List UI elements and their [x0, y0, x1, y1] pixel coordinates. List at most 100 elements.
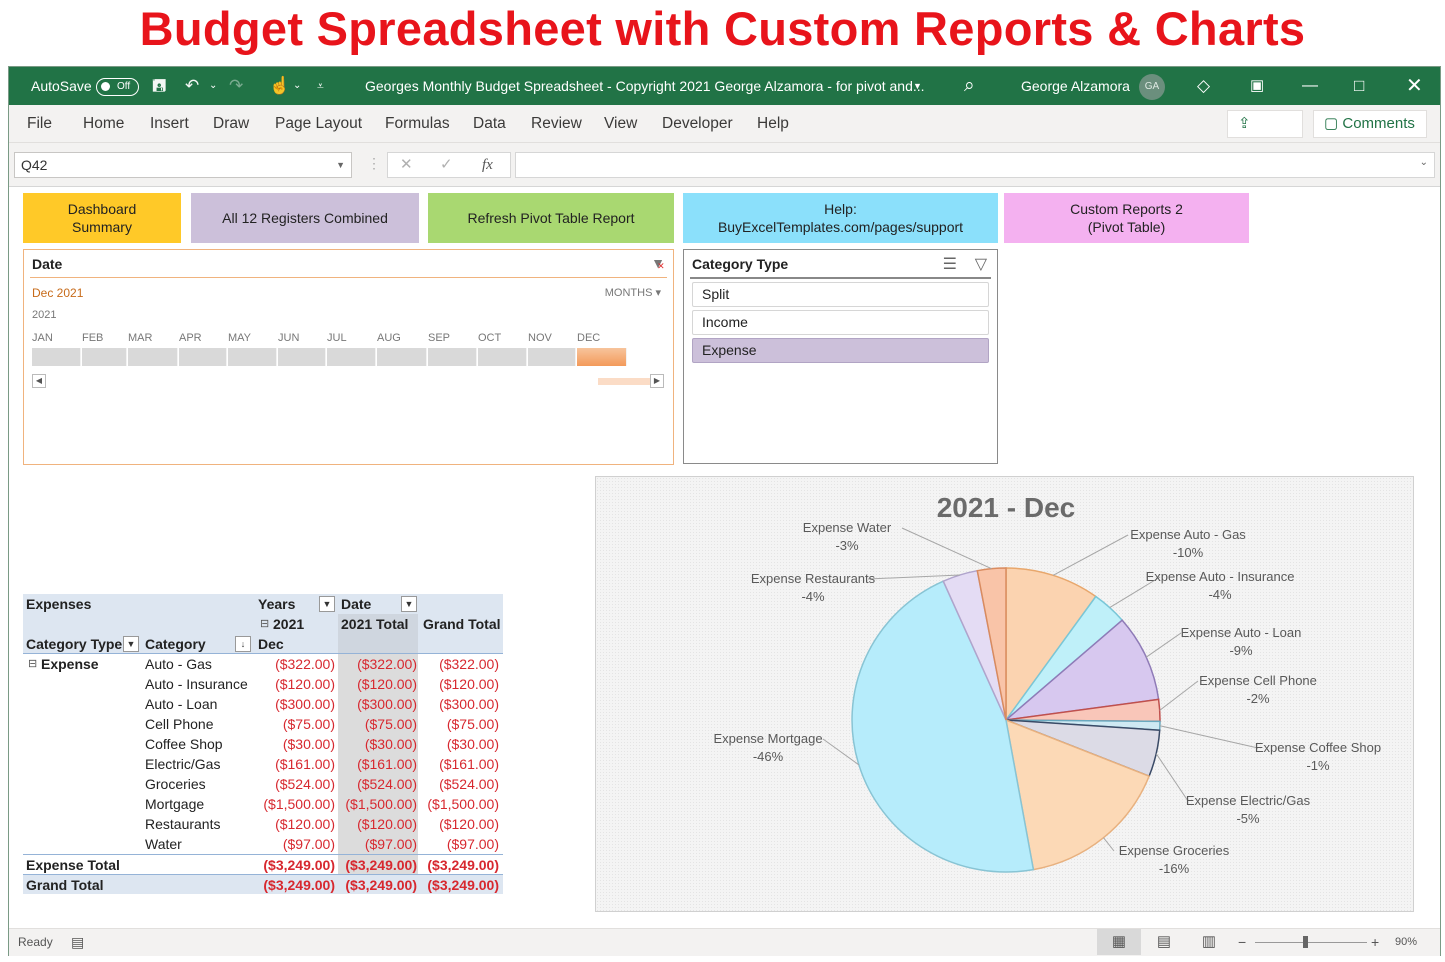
name-box[interactable]: Q42 ▼ [14, 152, 352, 178]
grand-total-cell[interactable]: ($97.00) [419, 834, 499, 854]
tab-draw[interactable]: Draw [213, 105, 249, 143]
dec-value-cell[interactable]: ($30.00) [255, 734, 335, 754]
collapse-group-icon[interactable]: ⊟ [28, 654, 37, 674]
year-total-cell[interactable]: ($120.00) [337, 814, 417, 834]
avatar[interactable]: GA [1139, 67, 1165, 105]
maximize-icon[interactable]: □ [1354, 67, 1364, 105]
zoom-slider-thumb[interactable] [1302, 936, 1308, 948]
user-name[interactable]: George Alzamora [1021, 67, 1130, 105]
refresh-pivot-button[interactable]: Refresh Pivot Table Report [428, 193, 674, 243]
category-cell[interactable]: Restaurants [145, 814, 220, 834]
enter-icon[interactable]: ✓ [440, 153, 453, 177]
grand-total-cell[interactable]: ($300.00) [419, 694, 499, 714]
dec-value-cell[interactable]: ($120.00) [255, 674, 335, 694]
slicer-item-split[interactable]: Split [692, 282, 989, 307]
tab-view[interactable]: View [604, 105, 637, 143]
search-icon[interactable]: ⌕ [964, 67, 975, 105]
year-total-cell[interactable]: ($120.00) [337, 674, 417, 694]
title-dropdown-icon[interactable]: ▼ [913, 67, 922, 105]
tab-help[interactable]: Help [757, 105, 789, 143]
scroll-right-button[interactable]: ▶ [650, 374, 664, 388]
category-cell[interactable]: Mortgage [145, 794, 204, 814]
premium-diamond-icon[interactable]: ◇ [1197, 67, 1210, 105]
timeline-month-jun[interactable] [278, 348, 326, 366]
years-filter-button[interactable]: ▼ [319, 596, 335, 612]
worksheet[interactable]: Dashboard Summary All 12 Registers Combin… [9, 187, 1440, 928]
clear-filter-icon[interactable]: ▼ ✕ [651, 255, 665, 271]
timeline-month-oct[interactable] [478, 348, 527, 366]
category-cell[interactable]: Auto - Insurance [145, 674, 248, 694]
dec-value-cell[interactable]: ($3,249.00) [255, 875, 335, 895]
year-total-cell[interactable]: ($75.00) [337, 714, 417, 734]
accessibility-icon[interactable]: ▤ [71, 929, 84, 955]
dec-value-cell[interactable]: ($75.00) [255, 714, 335, 734]
document-title[interactable]: Georges Monthly Budget Spreadsheet - Cop… [365, 67, 925, 105]
timeline-month-may[interactable] [228, 348, 277, 366]
category-cell[interactable]: Cell Phone [145, 714, 214, 734]
tab-developer[interactable]: Developer [662, 105, 733, 143]
dec-value-cell[interactable]: ($300.00) [255, 694, 335, 714]
tab-page-layout[interactable]: Page Layout [275, 105, 362, 143]
comments-button[interactable]: ▢ Comments [1313, 110, 1427, 138]
zoom-out-button[interactable]: − [1238, 929, 1246, 955]
save-icon[interactable]: 🖪 [152, 67, 166, 105]
year-total-cell[interactable]: ($3,249.00) [337, 855, 417, 875]
grand-total-cell[interactable]: ($161.00) [419, 754, 499, 774]
help-link-button[interactable]: Help: BuyExcelTemplates.com/pages/support [683, 193, 998, 243]
grand-total-cell[interactable]: ($3,249.00) [419, 855, 499, 875]
tab-data[interactable]: Data [473, 105, 506, 143]
name-box-dropdown-icon[interactable]: ▼ [336, 153, 345, 177]
formula-input[interactable]: ⌄ [515, 152, 1435, 178]
grand-total-cell[interactable]: ($322.00) [419, 654, 499, 674]
category-cell[interactable]: Auto - Gas [145, 654, 212, 674]
timeline-month-jan[interactable] [32, 348, 81, 366]
touch-dropdown-icon[interactable]: ⌄ [293, 67, 301, 105]
timeline-month-jul[interactable] [327, 348, 376, 366]
category-sort-button[interactable]: ↓ [235, 636, 251, 652]
undo-dropdown-icon[interactable]: ⌄ [209, 67, 217, 105]
tab-home[interactable]: Home [83, 105, 124, 143]
zoom-in-button[interactable]: + [1371, 929, 1379, 955]
grand-total-cell[interactable]: ($3,249.00) [419, 875, 499, 895]
slicer-item-income[interactable]: Income [692, 310, 989, 335]
dec-value-cell[interactable]: ($3,249.00) [255, 855, 335, 875]
slicer-item-expense[interactable]: Expense [692, 338, 989, 363]
customize-qat-icon[interactable]: ⩡ [317, 67, 324, 105]
redo-icon[interactable]: ↷ [229, 67, 243, 105]
page-layout-view-button[interactable]: ▤ [1142, 929, 1186, 955]
insert-function-icon[interactable]: fx [482, 153, 493, 177]
year-total-cell[interactable]: ($30.00) [337, 734, 417, 754]
timeline-month-aug[interactable] [377, 348, 427, 366]
clear-filter-icon[interactable]: ▽ [975, 254, 987, 274]
year-total-cell[interactable]: ($322.00) [337, 654, 417, 674]
autosave-toggle[interactable]: Off [96, 67, 139, 105]
timeline-month-dec[interactable] [577, 348, 627, 366]
share-button[interactable]: ⇪ Share [1227, 110, 1303, 158]
category-cell[interactable]: Water [145, 834, 182, 854]
date-filter-button[interactable]: ▼ [401, 596, 417, 612]
tab-file[interactable]: File [27, 105, 52, 143]
tab-formulas[interactable]: Formulas [385, 105, 450, 143]
category-cell[interactable]: Auto - Loan [145, 694, 217, 714]
timeline-month-feb[interactable] [82, 348, 127, 366]
dec-value-cell[interactable]: ($120.00) [255, 814, 335, 834]
dec-value-cell[interactable]: ($322.00) [255, 654, 335, 674]
undo-icon[interactable]: ↶ [185, 67, 199, 105]
category-type-filter-button[interactable]: ▼ [123, 636, 139, 652]
category-cell[interactable]: Coffee Shop [145, 734, 223, 754]
timeline-month-apr[interactable] [179, 348, 227, 366]
expand-formula-icon[interactable]: ⌄ [1420, 157, 1428, 168]
zoom-slider-track[interactable] [1255, 942, 1367, 943]
collapse-year-icon[interactable]: ⊟ [260, 614, 269, 634]
year-total-cell[interactable]: ($3,249.00) [337, 875, 417, 895]
normal-view-button[interactable]: ▦ [1097, 929, 1141, 955]
dec-value-cell[interactable]: ($161.00) [255, 754, 335, 774]
pie-chart[interactable]: 2021 - Dec Expense Auto - Gas -10% Expense … [595, 476, 1414, 912]
minimize-icon[interactable]: — [1302, 67, 1318, 105]
timeline-month-nov[interactable] [528, 348, 576, 366]
year-total-cell[interactable]: ($161.00) [337, 754, 417, 774]
all-registers-button[interactable]: All 12 Registers Combined [191, 193, 419, 243]
year-total-cell[interactable]: ($1,500.00) [337, 794, 417, 814]
timeline-month-sep[interactable] [428, 348, 477, 366]
dec-value-cell[interactable]: ($97.00) [255, 834, 335, 854]
